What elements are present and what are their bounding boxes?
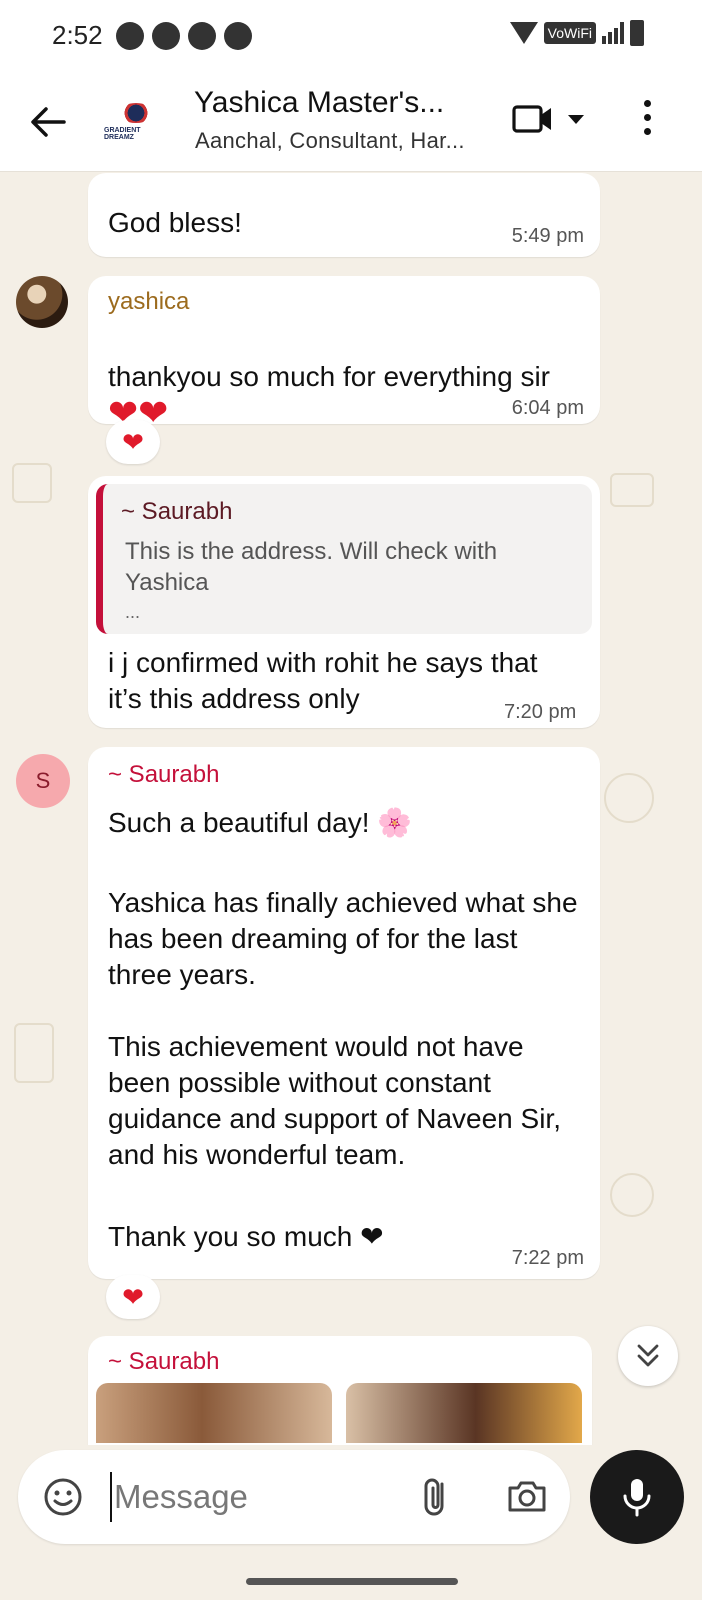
reaction-badge[interactable]: ❤ <box>106 420 160 464</box>
microphone-icon <box>623 1479 651 1517</box>
avatar[interactable]: S <box>16 754 70 808</box>
message-bubble[interactable]: ~ Saurabh Such a beautiful day! 🌸 Yashic… <box>88 747 600 1279</box>
circle-notification-icon <box>152 22 180 50</box>
heart-reaction-icon: ❤ <box>122 1281 144 1312</box>
message-text: i j confirmed with rohit he says that it… <box>108 647 538 714</box>
chat-notification-icon <box>116 22 144 50</box>
arrow-left-icon <box>31 107 66 137</box>
video-call-button[interactable] <box>512 104 584 134</box>
message-text-content: thankyou so much for everything sir <box>108 361 550 392</box>
group-title[interactable]: Yashica Master's... <box>194 86 444 120</box>
back-button[interactable] <box>26 100 70 144</box>
message-composer <box>18 1450 570 1544</box>
wallpaper-doodle <box>604 773 654 823</box>
message-paragraph: Such a beautiful day! 🌸 <box>108 807 413 838</box>
sticker-icon[interactable] <box>42 1476 84 1518</box>
notification-icons <box>116 22 252 50</box>
more-options-button[interactable] <box>644 100 651 135</box>
group-logo-icon <box>118 103 154 123</box>
quote-ellipsis: ... <box>125 602 141 622</box>
media-thumbnail[interactable] <box>346 1383 582 1443</box>
status-time: 2:52 <box>52 20 103 50</box>
avatar[interactable] <box>16 276 68 328</box>
wallpaper-doodle <box>610 1173 654 1217</box>
message-bubble[interactable]: God bless! 5:49 pm <box>88 173 600 257</box>
chevron-double-down-icon <box>637 1344 659 1367</box>
quote-text: This is the address. Will check with Yas… <box>125 538 498 596</box>
globe-notification-icon <box>224 22 252 50</box>
vowifi-badge: VoWiFi <box>543 22 596 44</box>
quoted-message[interactable]: ~ Saurabh This is the address. Will chec… <box>96 484 592 634</box>
media-thumbnail[interactable] <box>96 1383 332 1443</box>
message-input[interactable] <box>110 1472 390 1522</box>
messages-notification-icon <box>188 22 216 50</box>
message-paragraph: This achievement would not have been pos… <box>108 1031 561 1170</box>
message-paragraph: Yashica has finally achieved what she ha… <box>108 887 578 990</box>
signal-icon <box>602 22 624 44</box>
chat-area[interactable]: God bless! 5:49 pm yashica thankyou so m… <box>0 173 702 1445</box>
chevron-down-icon <box>568 114 584 124</box>
wallpaper-doodle <box>12 463 52 503</box>
status-indicators: VoWiFi <box>509 20 644 46</box>
sender-name[interactable]: yashica <box>108 288 189 316</box>
video-call-icon <box>512 105 551 133</box>
status-bar: 2:52 VoWiFi <box>0 0 702 72</box>
navigation-handle[interactable] <box>246 1578 458 1585</box>
wallpaper-doodle <box>14 1023 54 1083</box>
group-avatar[interactable]: GRADIENT DREAMZ <box>104 94 168 150</box>
battery-icon <box>630 20 644 46</box>
message-time: 6:04 pm <box>511 397 584 419</box>
message-time: 7:22 pm <box>511 1247 584 1269</box>
wifi-icon <box>509 22 538 44</box>
camera-icon[interactable] <box>506 1476 548 1516</box>
message-paragraph: Thank you so much ❤ <box>108 1221 384 1252</box>
message-time: 5:49 pm <box>511 225 584 247</box>
message-time: 7:20 pm <box>504 701 577 723</box>
voice-message-button[interactable] <box>590 1450 684 1544</box>
scroll-to-bottom-button[interactable] <box>618 1326 678 1386</box>
sender-name[interactable]: ~ Saurabh <box>108 761 219 789</box>
wallpaper-doodle <box>610 473 654 507</box>
heart-reaction-icon: ❤ <box>122 426 144 457</box>
sender-name[interactable]: ~ Saurabh <box>108 1348 219 1376</box>
more-vertical-icon <box>644 100 651 107</box>
paperclip-icon[interactable] <box>416 1474 456 1520</box>
group-logo-text: GRADIENT DREAMZ <box>104 127 141 141</box>
chat-header: GRADIENT DREAMZ Yashica Master's... Aanc… <box>0 72 702 172</box>
message-text: God bless! <box>108 207 242 238</box>
quote-sender: ~ Saurabh <box>121 498 233 525</box>
group-participants[interactable]: Aanchal, Consultant, Har... <box>195 128 465 154</box>
message-text: thankyou so much for everything sir ❤❤ <box>108 323 578 434</box>
message-bubble[interactable]: yashica thankyou so much for everything … <box>88 276 600 431</box>
reaction-badge[interactable]: ❤ <box>106 1275 160 1319</box>
